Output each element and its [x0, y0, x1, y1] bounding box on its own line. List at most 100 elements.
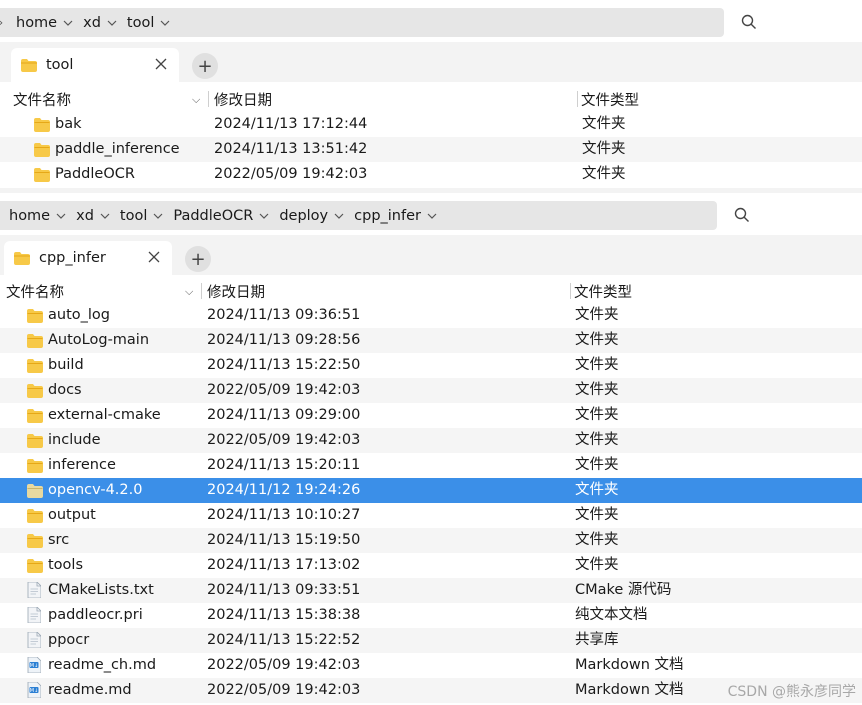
chevron-down-icon[interactable]: ⌵ [192, 93, 200, 107]
file-type: 纯文本文档 [575, 607, 648, 623]
folder-icon [27, 384, 43, 398]
column-date-header[interactable]: 修改日期 [207, 278, 265, 304]
folder-icon [34, 143, 50, 157]
breadcrumb-label[interactable]: xd [75, 15, 105, 31]
chevron-down-icon[interactable] [54, 213, 68, 219]
chevron-down-icon[interactable] [332, 213, 346, 219]
breadcrumb-item[interactable]: ›home [0, 8, 75, 37]
table-row[interactable]: AutoLog-main 2024/11/13 09:28:56 文件夹 [0, 328, 862, 353]
column-type-header[interactable]: 文件类型 [581, 86, 639, 112]
table-row[interactable]: CMakeLists.txt 2024/11/13 09:33:51 CMake 源… [0, 578, 862, 603]
modified-date: 2022/05/09 19:42:03 [207, 682, 361, 698]
folder-icon [34, 118, 50, 132]
breadcrumb-item[interactable]: cpp_infer [346, 201, 439, 230]
folder-icon [27, 334, 43, 348]
breadcrumb-item[interactable]: deploy [271, 201, 346, 230]
chevron-down-icon[interactable]: ⌵ [185, 285, 193, 299]
breadcrumb-item[interactable]: tool [112, 201, 165, 230]
file-list: bak 2024/11/13 17:12:44 文件夹 paddle_inferenc… [0, 112, 862, 187]
modified-date: 2024/11/13 15:20:11 [207, 457, 361, 473]
search-icon[interactable] [730, 203, 754, 227]
column-divider[interactable] [201, 283, 202, 299]
breadcrumb-label[interactable]: tool [112, 208, 151, 224]
folder-icon [14, 251, 30, 265]
table-row[interactable]: ppocr 2024/11/13 15:22:52 共享库 [0, 628, 862, 653]
table-row[interactable]: auto_log 2024/11/13 09:36:51 文件夹 [0, 303, 862, 328]
table-row[interactable]: paddle_inference 2024/11/13 13:51:42 文件夹 [0, 137, 862, 162]
close-icon[interactable] [153, 56, 169, 72]
file-list: auto_log 2024/11/13 09:36:51 文件夹 AutoLog-ma… [0, 303, 862, 703]
table-row[interactable]: bak 2024/11/13 17:12:44 文件夹 [0, 112, 862, 137]
breadcrumb-label[interactable]: home [1, 208, 54, 224]
close-icon[interactable] [146, 249, 162, 265]
chevron-down-icon[interactable] [98, 213, 112, 219]
file-type: 文件夹 [575, 457, 619, 473]
new-tab-button[interactable]: + [185, 246, 211, 272]
new-tab-button[interactable]: + [192, 53, 218, 79]
breadcrumb-item[interactable]: ›home [0, 201, 68, 230]
folder-icon [27, 434, 43, 448]
modified-date: 2024/11/13 15:19:50 [207, 532, 361, 548]
breadcrumb-item[interactable]: xd [68, 201, 112, 230]
file-manager-window-bottom: ›homexdtool PaddleOCR deploy cpp_infer cpp_… [0, 193, 862, 705]
column-type-header[interactable]: 文件类型 [574, 278, 632, 304]
table-row[interactable]: external-cmake 2024/11/13 09:29:00 文件夹 [0, 403, 862, 428]
folder-icon [34, 168, 50, 182]
breadcrumb-label[interactable]: cpp_infer [346, 208, 425, 224]
tab-tool[interactable]: tool [11, 48, 179, 82]
chevron-down-icon[interactable] [151, 213, 165, 219]
breadcrumb-label[interactable]: deploy [271, 208, 332, 224]
file-type: 文件夹 [575, 482, 619, 498]
table-row[interactable]: M↓ readme_ch.md 2022/05/09 19:42:03 Markdow… [0, 653, 862, 678]
column-divider[interactable] [577, 91, 578, 107]
tab-label: cpp_infer [39, 250, 106, 266]
folder-icon [27, 509, 43, 523]
breadcrumb-item[interactable]: xd [75, 8, 119, 37]
table-row[interactable]: build 2024/11/13 15:22:50 文件夹 [0, 353, 862, 378]
chevron-down-icon[interactable] [158, 20, 172, 26]
breadcrumb-label[interactable]: xd [68, 208, 98, 224]
column-date-header[interactable]: 修改日期 [214, 86, 272, 112]
markdown-file-icon: M↓ [27, 681, 43, 699]
table-row[interactable]: opencv-4.2.0 2024/11/12 19:24:26 文件夹 [0, 478, 862, 503]
breadcrumb-item[interactable]: tool [119, 8, 172, 37]
file-type: 文件夹 [575, 507, 619, 523]
table-row[interactable]: docs 2022/05/09 19:42:03 文件夹 [0, 378, 862, 403]
table-row[interactable]: PaddleOCR 2022/05/09 19:42:03 文件夹 [0, 162, 862, 187]
modified-date: 2024/11/13 15:22:52 [207, 632, 361, 648]
file-type: CMake 源代码 [575, 582, 672, 598]
file-name: PaddleOCR [55, 166, 135, 182]
tab-cpp-infer[interactable]: cpp_infer [4, 241, 172, 275]
column-divider[interactable] [570, 283, 571, 299]
plus-icon: + [197, 55, 213, 77]
chevron-down-icon[interactable] [425, 213, 439, 219]
file-name: CMakeLists.txt [48, 582, 154, 598]
breadcrumb-label[interactable]: home [8, 15, 61, 31]
chevron-down-icon[interactable] [61, 20, 75, 26]
file-type: 文件夹 [575, 532, 619, 548]
file-manager-window-top: ›homexdtool tool + 文件名称 ⌵ 修改日期 文件类型 bak2… [0, 0, 862, 188]
table-row[interactable]: include 2022/05/09 19:42:03 文件夹 [0, 428, 862, 453]
table-row[interactable]: tools 2024/11/13 17:13:02 文件夹 [0, 553, 862, 578]
chevron-left-icon[interactable]: › [0, 16, 8, 29]
tab-label: tool [46, 57, 74, 73]
file-type: 文件夹 [582, 166, 626, 182]
search-icon[interactable] [737, 10, 761, 34]
table-row[interactable]: inference 2024/11/13 15:20:11 文件夹 [0, 453, 862, 478]
address-bar[interactable]: ›homexdtool PaddleOCR deploy cpp_infer [0, 201, 717, 230]
column-name-header[interactable]: 文件名称 [13, 86, 71, 112]
file-name: docs [48, 382, 82, 398]
column-name-header[interactable]: 文件名称 [6, 278, 64, 304]
modified-date: 2024/11/13 09:29:00 [207, 407, 361, 423]
table-row[interactable]: output 2024/11/13 10:10:27 文件夹 [0, 503, 862, 528]
table-row[interactable]: src 2024/11/13 15:19:50 文件夹 [0, 528, 862, 553]
breadcrumb-item[interactable]: PaddleOCR [165, 201, 271, 230]
breadcrumb-label[interactable]: tool [119, 15, 158, 31]
address-bar[interactable]: ›homexdtool [0, 8, 724, 37]
file-name: include [48, 432, 101, 448]
breadcrumb-label[interactable]: PaddleOCR [165, 208, 257, 224]
table-row[interactable]: paddleocr.pri 2024/11/13 15:38:38 纯文本文档 [0, 603, 862, 628]
column-divider[interactable] [208, 91, 209, 107]
chevron-down-icon[interactable] [105, 20, 119, 26]
chevron-down-icon[interactable] [257, 213, 271, 219]
